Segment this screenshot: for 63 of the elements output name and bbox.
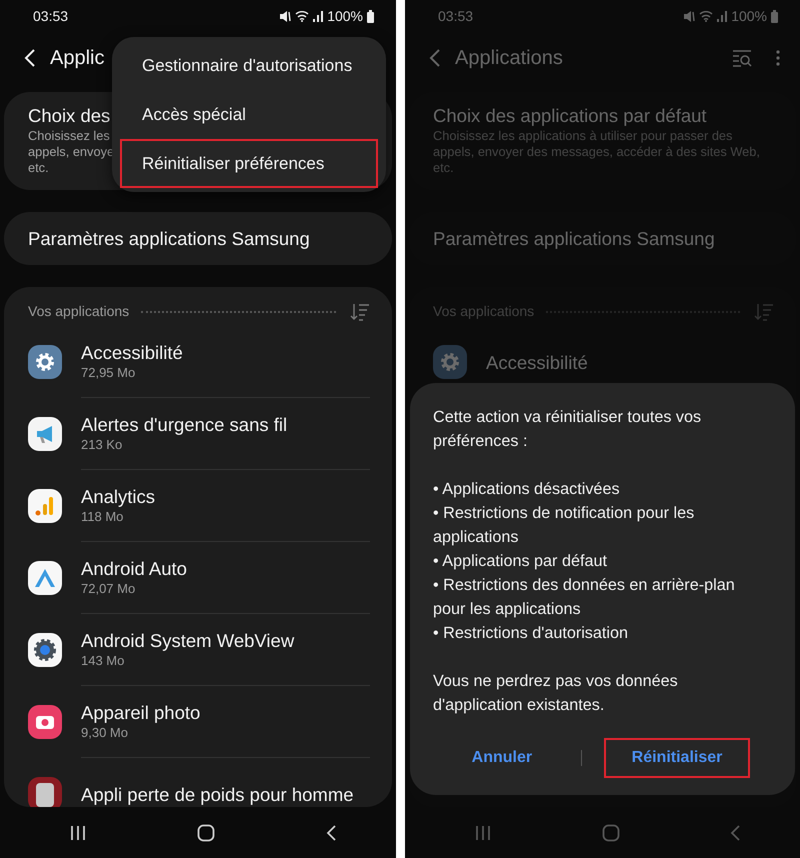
- page-title: Applic: [50, 46, 104, 71]
- card-description: etc.: [433, 160, 454, 175]
- megaphone-icon: [28, 417, 62, 451]
- card-title: Choix des: [28, 105, 110, 126]
- app-name[interactable]: Android Auto: [81, 557, 370, 580]
- mute-icon: [683, 10, 696, 22]
- battery-icon: [771, 10, 778, 22]
- list-item: • Restrictions d'autorisation: [433, 623, 630, 644]
- app-size: 118 Mo: [81, 508, 124, 526]
- samsung-settings-card[interactable]: Paramètres applications Samsung: [4, 212, 392, 265]
- cancel-button[interactable]: Annuler: [444, 738, 560, 778]
- app-size: 9,30 Mo: [81, 724, 129, 742]
- list-item: • Applications désactivées: [433, 479, 621, 500]
- sort-icon[interactable]: [350, 302, 370, 320]
- list-item: • Restrictions de notification pour les applications: [433, 503, 696, 548]
- list-item: • Restrictions des données en arrière-plan pour les applications: [433, 575, 736, 620]
- card-description: etc.: [28, 160, 49, 175]
- status-time: 03:53: [438, 6, 474, 26]
- chevron-up-icon: [28, 561, 62, 595]
- battery-level: 100%: [327, 6, 363, 26]
- wifi-icon: [295, 10, 310, 22]
- app-name[interactable]: Appli perte de poids pour homme: [81, 782, 370, 806]
- app-name[interactable]: Android System WebView: [81, 629, 370, 652]
- reset-button[interactable]: Réinitialiser: [604, 738, 750, 778]
- more-icon[interactable]: [776, 50, 780, 66]
- card-title: Choix des applications par défaut: [433, 105, 707, 126]
- mute-icon: [279, 10, 292, 22]
- gear-icon: [433, 345, 467, 379]
- card-description: appels, envoyer des messages, accéder à des sites Web,: [433, 144, 760, 159]
- gear-icon: [28, 633, 62, 667]
- app-size: 213 Ko: [81, 436, 124, 454]
- menu-item[interactable]: Gestionnaire d'autorisations: [120, 41, 378, 90]
- signal-icon: [717, 10, 728, 22]
- bar-chart-icon: [28, 489, 62, 523]
- app-size: 72,07 Mo: [81, 580, 136, 598]
- camera-icon: [28, 705, 62, 739]
- status-time: 03:53: [33, 6, 68, 26]
- app-name[interactable]: Alertes d'urgence sans fil: [81, 413, 370, 436]
- picture-placeholder: [28, 777, 62, 807]
- dialog-text: Cette action va réinitialiser toutes vos préférences :: [433, 407, 702, 452]
- page-title: Applications: [455, 46, 563, 71]
- card-description: Choisissez les: [28, 128, 110, 143]
- menu-item[interactable]: Réinitialiser préférences: [120, 139, 378, 188]
- app-name[interactable]: Appareil photo: [81, 701, 370, 724]
- list-item: • Applications par défaut: [433, 551, 608, 572]
- battery-icon: [367, 10, 374, 22]
- search-icon[interactable]: [732, 49, 752, 67]
- wifi-icon: [699, 10, 714, 22]
- app-name[interactable]: Analytics: [81, 485, 370, 508]
- app-size: 72,95 Mo: [81, 364, 136, 382]
- app-name[interactable]: Accessibilité: [81, 341, 370, 364]
- gear-icon: [28, 345, 62, 379]
- section-title: Vos applications: [28, 302, 130, 321]
- battery-level: 100%: [731, 6, 767, 26]
- app-size: 143 Mo: [81, 652, 126, 670]
- dialog-text: Vous ne perdrez pas vos données d'application existantes.: [433, 671, 679, 716]
- menu-item[interactable]: Accès spécial: [120, 90, 378, 139]
- signal-icon: [313, 10, 324, 22]
- back-icon[interactable]: [326, 825, 336, 841]
- card-description: appels, envoye: [28, 144, 114, 159]
- recents-icon[interactable]: [70, 825, 86, 841]
- home-icon[interactable]: [197, 824, 215, 842]
- card-description: Choisissez les applications à utiliser pour passer des: [433, 128, 732, 143]
